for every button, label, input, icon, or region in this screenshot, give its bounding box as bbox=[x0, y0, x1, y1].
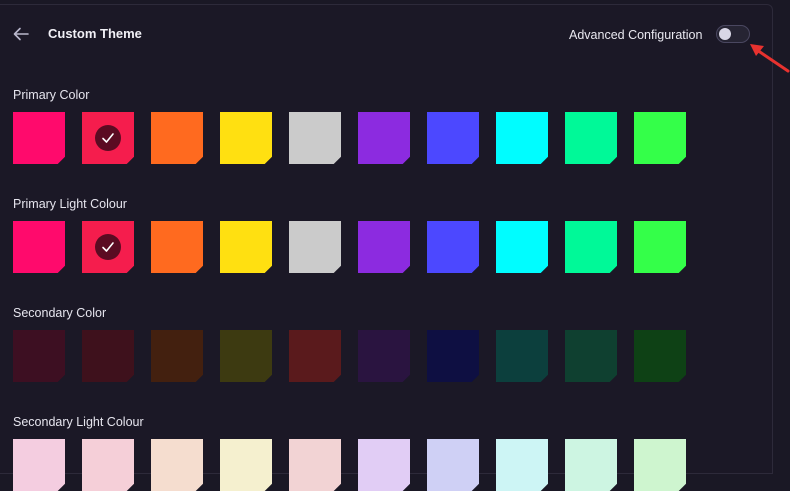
custom-theme-panel: Custom Theme Advanced Configuration Prim… bbox=[0, 4, 773, 491]
section-secondary-light-colour: Secondary Light Colour bbox=[13, 414, 703, 491]
color-swatch[interactable] bbox=[151, 330, 203, 382]
color-swatch[interactable] bbox=[358, 112, 410, 164]
section-primary-color: Primary Color bbox=[13, 87, 703, 164]
color-swatch[interactable] bbox=[496, 330, 548, 382]
page-title: Custom Theme bbox=[48, 26, 142, 41]
color-swatch[interactable] bbox=[289, 330, 341, 382]
swatch-row bbox=[13, 112, 703, 164]
color-swatch[interactable] bbox=[427, 439, 479, 491]
color-swatch[interactable] bbox=[358, 439, 410, 491]
color-swatch[interactable] bbox=[220, 112, 272, 164]
color-swatch[interactable] bbox=[634, 112, 686, 164]
check-icon bbox=[95, 234, 121, 260]
header: Custom Theme Advanced Configuration bbox=[0, 5, 772, 65]
color-swatch[interactable] bbox=[565, 330, 617, 382]
color-swatch[interactable] bbox=[220, 439, 272, 491]
color-swatch[interactable] bbox=[289, 221, 341, 273]
toggle-knob bbox=[719, 28, 731, 40]
color-swatch[interactable] bbox=[358, 221, 410, 273]
color-swatch[interactable] bbox=[427, 330, 479, 382]
color-swatch[interactable] bbox=[220, 221, 272, 273]
color-swatch[interactable] bbox=[634, 439, 686, 491]
color-swatch[interactable] bbox=[496, 439, 548, 491]
advanced-configuration-label: Advanced Configuration bbox=[569, 28, 703, 42]
section-label: Primary Color bbox=[13, 88, 90, 102]
color-swatch[interactable] bbox=[151, 112, 203, 164]
color-swatch[interactable] bbox=[427, 221, 479, 273]
color-swatch[interactable] bbox=[151, 221, 203, 273]
swatch-row bbox=[13, 330, 703, 382]
color-swatch[interactable] bbox=[565, 112, 617, 164]
color-swatch[interactable] bbox=[220, 330, 272, 382]
color-swatch[interactable] bbox=[358, 330, 410, 382]
color-swatch[interactable] bbox=[13, 439, 65, 491]
color-swatch[interactable] bbox=[13, 330, 65, 382]
color-swatch[interactable] bbox=[565, 221, 617, 273]
color-swatch[interactable] bbox=[496, 112, 548, 164]
section-label: Secondary Color bbox=[13, 306, 107, 320]
color-swatch[interactable] bbox=[289, 439, 341, 491]
color-swatch[interactable] bbox=[496, 221, 548, 273]
color-swatch[interactable] bbox=[634, 221, 686, 273]
section-label: Secondary Light Colour bbox=[13, 415, 144, 429]
color-swatch[interactable] bbox=[151, 439, 203, 491]
check-icon bbox=[95, 125, 121, 151]
color-swatch[interactable] bbox=[82, 221, 134, 273]
color-swatch[interactable] bbox=[427, 112, 479, 164]
section-label: Primary Light Colour bbox=[13, 197, 127, 211]
section-secondary-color: Secondary Color bbox=[13, 305, 703, 382]
back-arrow-icon[interactable] bbox=[12, 25, 30, 43]
color-swatch[interactable] bbox=[82, 112, 134, 164]
color-swatch[interactable] bbox=[634, 330, 686, 382]
color-swatch[interactable] bbox=[82, 439, 134, 491]
color-swatch[interactable] bbox=[13, 112, 65, 164]
section-primary-light-colour: Primary Light Colour bbox=[13, 196, 703, 273]
swatch-row bbox=[13, 221, 703, 273]
color-swatch[interactable] bbox=[289, 112, 341, 164]
red-arrow-annotation bbox=[750, 44, 790, 73]
color-swatch[interactable] bbox=[82, 330, 134, 382]
swatch-row bbox=[13, 439, 703, 491]
color-swatch[interactable] bbox=[13, 221, 65, 273]
color-swatch[interactable] bbox=[565, 439, 617, 491]
